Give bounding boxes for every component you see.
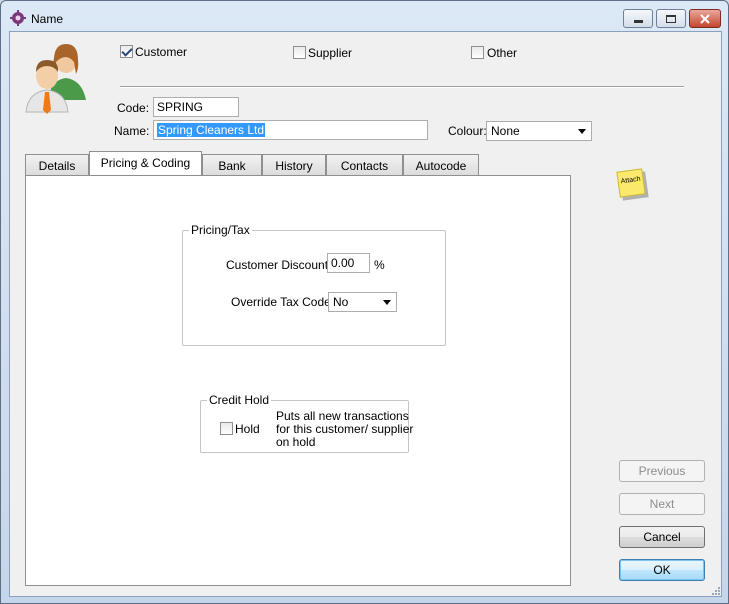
app-gear-icon [10,10,26,26]
dialog-client-area: Customer Supplier Other Code: SPRING Nam… [9,31,722,597]
colour-select[interactable]: None [486,121,592,141]
hold-label[interactable]: Hold [235,422,260,436]
credit-hold-group: Credit Hold Hold Puts all new transactio… [200,393,413,453]
tab-pricing-coding[interactable]: Pricing & Coding [89,151,202,175]
discount-percent-label: % [374,258,385,272]
tab-label: Pricing & Coding [100,156,191,170]
window-title: Name [31,12,64,26]
close-icon [700,13,710,24]
minimize-icon [633,20,643,23]
tab-label: Autocode [415,159,467,173]
tab-contacts[interactable]: Contacts [326,154,403,175]
credit-hold-description-3: on hold [276,435,316,449]
chevron-down-icon [578,129,586,134]
colour-label: Colour: [448,124,487,138]
other-label[interactable]: Other [487,46,517,60]
minimize-button[interactable] [623,9,653,28]
tab-label: Details [38,159,76,173]
credit-hold-title: Credit Hold [207,393,272,407]
cancel-button[interactable]: Cancel [619,526,705,548]
supplier-label[interactable]: Supplier [308,46,352,60]
cancel-button-label: Cancel [643,530,681,544]
next-button[interactable]: Next [619,493,705,515]
maximize-icon [666,14,676,23]
override-tax-code-label: Override Tax Code: [231,295,335,309]
pricing-tax-group: Pricing/Tax Customer Discount: 0.00 % Ov… [182,223,446,346]
code-input[interactable]: SPRING [153,97,239,117]
attach-note-button[interactable]: Attach [616,168,649,201]
tab-label: History [275,159,313,173]
code-value: SPRING [157,100,204,114]
header-separator [120,86,684,88]
ok-button[interactable]: OK [619,559,705,581]
tab-history[interactable]: History [262,154,326,175]
credit-hold-description-2: for this customer/ supplier [276,422,414,436]
colour-value: None [491,124,520,138]
supplier-checkbox[interactable] [293,46,306,59]
customer-discount-input[interactable]: 0.00 [327,253,370,273]
close-button[interactable] [689,9,721,28]
hold-checkbox[interactable] [220,422,233,435]
contacts-people-icon [25,44,86,114]
override-tax-code-value: No [333,295,349,309]
other-checkbox[interactable] [471,46,484,59]
customer-label[interactable]: Customer [135,45,187,59]
title-bar[interactable]: Name [1,1,728,31]
tab-label: Contacts [340,159,389,173]
resize-grip-icon[interactable] [709,584,721,596]
next-button-label: Next [649,497,675,511]
tab-details[interactable]: Details [25,154,89,175]
code-label: Code: [117,101,150,115]
maximize-button[interactable] [656,9,686,28]
credit-hold-description-1: Puts all new transactions [276,409,409,423]
previous-button-label: Previous [638,464,686,478]
name-value: Spring Cleaners Ltd [157,123,266,137]
customer-discount-label: Customer Discount: [226,258,332,272]
pricing-coding-panel: Pricing/Tax Customer Discount: 0.00 % Ov… [25,175,571,586]
override-tax-code-select[interactable]: No [328,292,397,312]
customer-checkbox[interactable] [120,45,133,58]
ok-button-label: OK [653,563,671,577]
name-label: Name: [114,124,150,138]
previous-button[interactable]: Previous [619,460,705,482]
customer-discount-value: 0.00 [331,256,355,270]
tab-autocode[interactable]: Autocode [403,154,479,175]
sticky-note-icon: Attach [616,168,646,198]
name-window: Name Customer Supplier Other Code: SPRIN… [0,0,729,604]
tab-bank[interactable]: Bank [202,154,262,175]
name-input[interactable]: Spring Cleaners Ltd [153,120,428,140]
tab-label: Bank [218,159,246,173]
chevron-down-icon [383,300,391,305]
pricing-tax-title: Pricing/Tax [189,223,252,237]
attach-label: Attach [620,175,641,186]
